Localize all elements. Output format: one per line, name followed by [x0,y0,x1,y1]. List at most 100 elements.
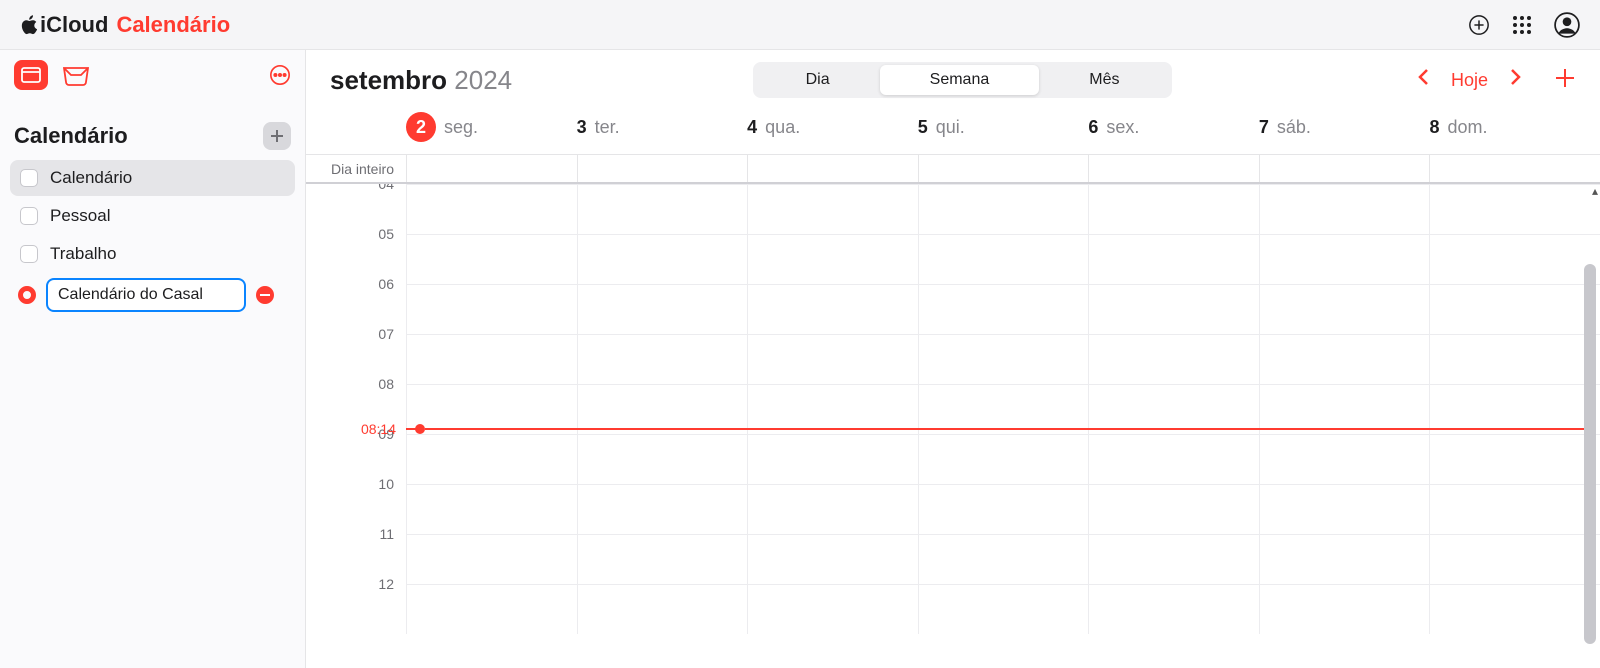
day-header[interactable]: 6sex. [1088,117,1259,138]
time-slot[interactable] [577,335,748,384]
hour-grid-wrap[interactable]: 040506070809101112 08:14 ▴ [306,184,1600,668]
time-slot[interactable] [577,385,748,434]
time-slot[interactable] [577,585,748,634]
icloud-brand[interactable]: iCloud [20,12,108,38]
allday-cell[interactable] [747,155,918,182]
time-slot[interactable] [918,235,1089,284]
time-slot[interactable] [918,285,1089,334]
time-slot[interactable] [1259,385,1430,434]
day-header[interactable]: 8dom. [1429,117,1600,138]
time-slot[interactable] [747,535,918,584]
time-slot[interactable] [918,485,1089,534]
allday-cell[interactable] [577,155,748,182]
time-slot[interactable] [747,335,918,384]
radio-selected-icon[interactable] [18,286,36,304]
time-slot[interactable] [747,185,918,234]
time-slot[interactable] [747,435,918,484]
prev-week-button[interactable] [1413,68,1433,92]
time-slot[interactable] [1088,435,1259,484]
time-slot[interactable] [747,385,918,434]
view-week-button[interactable]: Semana [880,65,1040,95]
time-slot[interactable] [918,385,1089,434]
time-slot[interactable] [406,335,577,384]
time-slot[interactable] [577,235,748,284]
calendar-item[interactable]: Trabalho [10,236,295,272]
time-slot[interactable] [1259,585,1430,634]
time-slot[interactable] [747,485,918,534]
time-slot[interactable] [1088,335,1259,384]
time-slot[interactable] [406,285,577,334]
time-slot[interactable] [747,235,918,284]
time-slot[interactable] [406,235,577,284]
time-slot[interactable] [1088,535,1259,584]
time-slot[interactable] [406,185,577,234]
time-slot[interactable] [406,585,577,634]
day-header[interactable]: 2seg. [406,112,577,142]
scroll-up-icon[interactable]: ▴ [1592,184,1598,198]
time-slot[interactable] [577,285,748,334]
checkbox-icon[interactable] [20,245,38,263]
time-slot[interactable] [1259,185,1430,234]
app-name[interactable]: Calendário [116,12,230,38]
day-header[interactable]: 3ter. [577,117,748,138]
time-slot[interactable] [1429,335,1600,384]
time-slot[interactable] [1088,585,1259,634]
time-slot[interactable] [1088,235,1259,284]
time-slot[interactable] [1259,285,1430,334]
day-header[interactable]: 5qui. [918,117,1089,138]
time-slot[interactable] [918,185,1089,234]
time-slot[interactable] [577,435,748,484]
time-slot[interactable] [577,485,748,534]
today-button[interactable]: Hoje [1451,70,1488,91]
time-slot[interactable] [1429,485,1600,534]
remove-calendar-button[interactable] [256,286,274,304]
calendar-item[interactable]: Calendário [10,160,295,196]
more-options-icon[interactable] [269,64,291,86]
time-slot[interactable] [1088,485,1259,534]
allday-cell[interactable] [918,155,1089,182]
time-slot[interactable] [406,485,577,534]
view-day-button[interactable]: Dia [756,65,880,95]
time-slot[interactable] [747,285,918,334]
allday-cell[interactable] [1088,155,1259,182]
time-slot[interactable] [1088,185,1259,234]
time-slot[interactable] [1429,435,1600,484]
checkbox-icon[interactable] [20,169,38,187]
time-slot[interactable] [918,585,1089,634]
time-slot[interactable] [577,185,748,234]
time-slot[interactable] [406,385,577,434]
time-slot[interactable] [406,535,577,584]
time-slot[interactable] [1259,335,1430,384]
scroll-thumb[interactable] [1584,264,1596,644]
time-slot[interactable] [918,435,1089,484]
time-slot[interactable] [1088,285,1259,334]
account-icon[interactable] [1554,12,1580,38]
next-week-button[interactable] [1506,68,1526,92]
time-slot[interactable] [1429,585,1600,634]
checkbox-icon[interactable] [20,207,38,225]
time-slot[interactable] [1259,535,1430,584]
inbox-icon[interactable] [62,64,90,86]
time-slot[interactable] [1259,235,1430,284]
calendar-item[interactable]: Pessoal [10,198,295,234]
time-slot[interactable] [1088,385,1259,434]
scrollbar[interactable]: ▴ [1584,184,1598,668]
day-header[interactable]: 4qua. [747,117,918,138]
time-slot[interactable] [1429,535,1600,584]
calendar-view-icon[interactable] [14,60,48,90]
view-month-button[interactable]: Mês [1039,65,1169,95]
time-slot[interactable] [577,535,748,584]
time-slot[interactable] [1429,235,1600,284]
time-slot[interactable] [918,335,1089,384]
time-slot[interactable] [1259,435,1430,484]
new-event-button[interactable] [1554,65,1576,96]
time-slot[interactable] [1429,385,1600,434]
time-slot[interactable] [747,585,918,634]
allday-cell[interactable] [406,155,577,182]
allday-cell[interactable] [1259,155,1430,182]
day-header[interactable]: 7sáb. [1259,117,1430,138]
time-slot[interactable] [1259,485,1430,534]
time-slot[interactable] [1429,285,1600,334]
time-slot[interactable] [1429,185,1600,234]
time-slot[interactable] [918,535,1089,584]
